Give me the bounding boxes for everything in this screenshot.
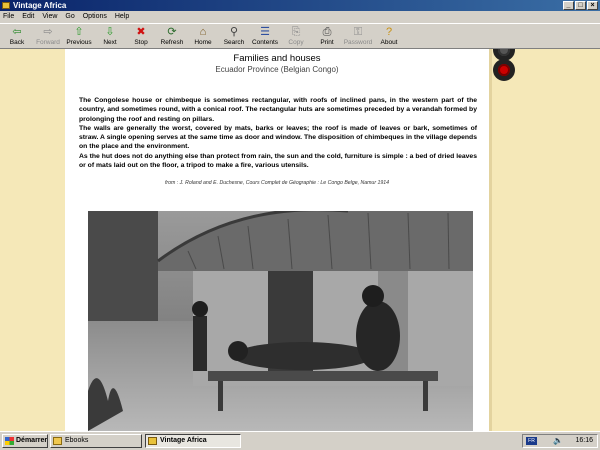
toolbar-password-button[interactable]: ⚿ Password xyxy=(342,25,374,49)
toolbar-button-label: Copy xyxy=(288,39,304,46)
nav-next-icon xyxy=(498,64,510,76)
page-panel: Families and houses Ecuador Province (Be… xyxy=(65,49,489,431)
toolbar-button-label: About xyxy=(380,39,398,46)
folder-icon xyxy=(53,437,62,445)
article-text: The Congolese house or chimbeque is some… xyxy=(79,96,477,170)
toolbar-stop-button[interactable]: ✖ Stop xyxy=(125,25,157,49)
volume-icon[interactable]: 🔈 xyxy=(553,436,563,445)
password-icon: ⚿ xyxy=(353,26,363,38)
toolbar-button-label: Next xyxy=(103,39,117,46)
nav-next-button[interactable] xyxy=(493,59,515,81)
page-edge xyxy=(489,49,492,431)
window-titlebar[interactable]: Vintage Africa _ □ × xyxy=(0,0,600,11)
system-tray: FR 🔈 16:16 xyxy=(522,434,598,448)
print-icon: ⎙ xyxy=(322,26,332,38)
source-citation: from : J. Roland and E. Duchesne, Cours … xyxy=(164,180,390,186)
stop-icon: ✖ xyxy=(136,26,146,38)
next-icon: ⇩ xyxy=(105,26,115,38)
app-book-icon xyxy=(2,2,10,9)
refresh-icon: ⟳ xyxy=(167,26,177,38)
toolbar-button-label: Back xyxy=(9,39,25,46)
toolbar-button-label: Stop xyxy=(134,39,148,46)
taskbar-item-label: Vintage Africa xyxy=(160,437,207,444)
menu-file[interactable]: File xyxy=(3,11,14,23)
taskbar-item-ebooks[interactable]: Ebooks xyxy=(50,434,142,448)
article-paragraph: The walls are generally the worst, cover… xyxy=(79,124,477,151)
start-button[interactable]: Démarrer xyxy=(2,434,48,448)
contents-icon: ☰ xyxy=(260,26,270,38)
copy-icon: ⎘ xyxy=(291,26,301,38)
menu-edit[interactable]: Edit xyxy=(22,11,34,23)
toolbar-print-button[interactable]: ⎙ Print xyxy=(311,25,343,49)
toolbar-back-button[interactable]: ⇦ Back xyxy=(1,25,33,49)
windows-flag-icon xyxy=(5,437,14,445)
taskbar-item-vintage-africa[interactable]: Vintage Africa xyxy=(145,434,241,448)
article-paragraph: As the hut does not do anything else tha… xyxy=(79,152,477,170)
maximize-button[interactable]: □ xyxy=(575,1,586,10)
toolbar-refresh-button[interactable]: ⟳ Refresh xyxy=(156,25,188,49)
forward-icon: ⇨ xyxy=(43,26,53,38)
menu-view[interactable]: View xyxy=(42,11,57,23)
nav-previous-icon xyxy=(498,49,510,56)
toolbar: ⇦ Back ⇨ Forward ⇧ Previous ⇩ Next ✖ Stop ⟳ Refresh… xyxy=(0,23,600,49)
article-paragraph: The Congolese house or chimbeque is some… xyxy=(79,97,477,123)
menu-options[interactable]: Options xyxy=(83,11,107,23)
book-icon xyxy=(148,437,157,445)
taskbar: Démarrer Ebooks Vintage Africa FR 🔈 16:1… xyxy=(0,431,600,450)
toolbar-home-button[interactable]: ⌂ Home xyxy=(187,25,219,49)
home-icon: ⌂ xyxy=(199,26,207,38)
toolbar-forward-button[interactable]: ⇨ Forward xyxy=(32,25,64,49)
toolbar-button-label: Print xyxy=(320,39,334,46)
hut-photo xyxy=(88,211,473,431)
taskbar-item-label: Ebooks xyxy=(65,437,89,444)
window-title: Vintage Africa xyxy=(13,1,67,10)
clock: 16:16 xyxy=(575,437,593,444)
toolbar-button-label: Refresh xyxy=(160,39,184,46)
close-button[interactable]: × xyxy=(587,1,598,10)
menu-help[interactable]: Help xyxy=(115,11,129,23)
toolbar-button-label: Forward xyxy=(36,39,60,46)
hut-photo-illustration xyxy=(88,211,473,431)
toolbar-button-label: Previous xyxy=(66,39,92,46)
toolbar-button-label: Home xyxy=(194,39,212,46)
menu-go[interactable]: Go xyxy=(65,11,74,23)
page-subtitle: Ecuador Province (Belgian Congo) xyxy=(215,65,339,74)
toolbar-previous-button[interactable]: ⇧ Previous xyxy=(63,25,95,49)
minimize-button[interactable]: _ xyxy=(563,1,574,10)
toolbar-search-button[interactable]: ⚲ Search xyxy=(218,25,250,49)
toolbar-button-label: Search xyxy=(223,39,245,46)
start-label: Démarrer xyxy=(16,437,48,444)
toolbar-about-button[interactable]: ? About xyxy=(373,25,405,49)
page-title: Families and houses xyxy=(233,53,321,64)
search-icon: ⚲ xyxy=(229,26,239,38)
menu-bar: File Edit View Go Options Help xyxy=(0,11,600,23)
toolbar-contents-button[interactable]: ☰ Contents xyxy=(249,25,281,49)
content-area: Families and houses Ecuador Province (Be… xyxy=(0,49,600,431)
toolbar-button-label: Password xyxy=(343,39,373,46)
about-icon: ? xyxy=(385,26,393,38)
previous-icon: ⇧ xyxy=(74,26,84,38)
toolbar-next-button[interactable]: ⇩ Next xyxy=(94,25,126,49)
back-icon: ⇦ xyxy=(12,26,22,38)
toolbar-copy-button[interactable]: ⎘ Copy xyxy=(280,25,312,49)
language-indicator[interactable]: FR xyxy=(526,437,537,445)
toolbar-button-label: Contents xyxy=(251,39,279,46)
